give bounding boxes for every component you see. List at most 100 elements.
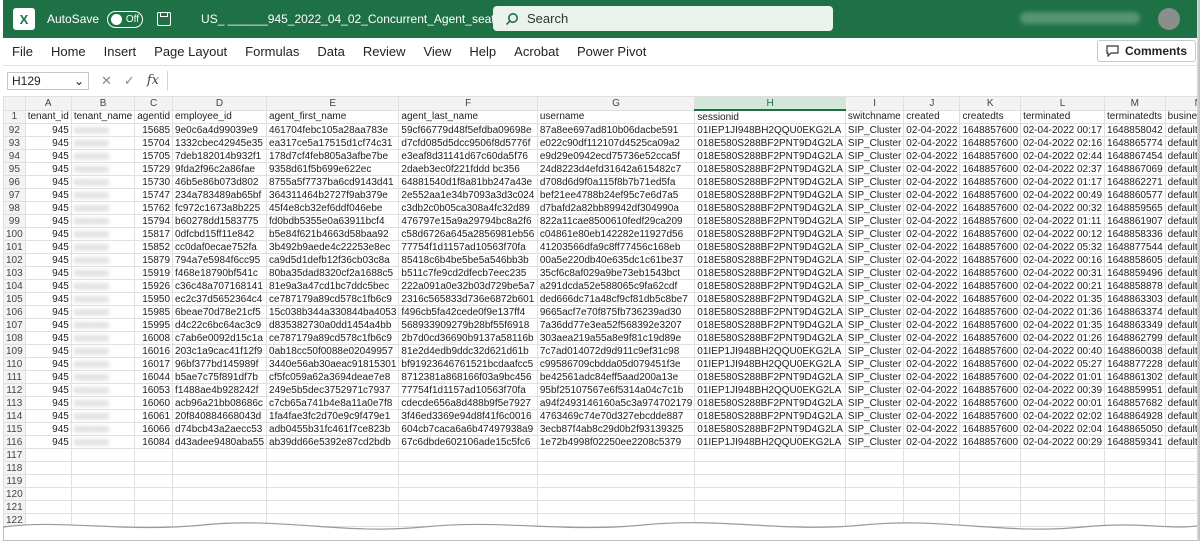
cell[interactable] [398, 500, 538, 514]
cell[interactable]: b5e84f621b4663d58baa92 [266, 227, 400, 241]
cell[interactable] [1164, 487, 1200, 501]
menu-item-page-layout[interactable]: Page Layout [145, 44, 236, 59]
cell[interactable]: 1648858042 [1104, 123, 1166, 137]
cell[interactable]: 1648863374 [1104, 305, 1166, 319]
cell[interactable]: 945 [24, 435, 72, 449]
cell[interactable]: xxxxxxx [70, 240, 136, 254]
cell[interactable]: 018E580S288BF2PNT9D4G2LA [694, 370, 846, 384]
autosave-toggle[interactable]: Off [107, 10, 144, 28]
cell[interactable]: 2b7d0cd36690b9137a58116b [398, 331, 538, 345]
cell[interactable] [266, 461, 400, 475]
cell[interactable]: 02-04-2022 02:44 [1020, 149, 1106, 163]
cell[interactable]: 945 [24, 331, 72, 345]
cell[interactable]: 1648877228 [1104, 357, 1166, 371]
cell[interactable]: 02-04-2022 00:12 [1020, 227, 1106, 241]
cell[interactable]: 01IEP1JI948BH2QQU0EKG2LA [694, 383, 846, 397]
cell[interactable]: 15729 [134, 162, 174, 176]
cell[interactable]: 018E580S288BF2PNT9D4G2LA [694, 318, 846, 332]
cell[interactable]: 461704febc105a28aa783e [266, 123, 400, 137]
cell[interactable]: 1648858878 [1104, 279, 1166, 293]
cell[interactable]: 1648857600 [959, 149, 1022, 163]
cell[interactable]: 02-04-2022 05:27 [1020, 357, 1106, 371]
cell[interactable]: cc0daf0ecae752fa [172, 240, 268, 254]
cell[interactable]: 02-04-2022 [903, 227, 961, 241]
cell[interactable]: SIP_Cluster [844, 136, 905, 150]
cell[interactable]: 20f840884668043d [172, 409, 268, 423]
row-header[interactable]: 101 [3, 240, 26, 254]
cell[interactable]: 1648877544 [1104, 240, 1166, 254]
cell[interactable]: default [1164, 422, 1200, 436]
cell[interactable]: agent_last_name [398, 109, 538, 124]
cell[interactable]: terminated [1020, 109, 1106, 124]
cell[interactable]: 02-04-2022 00:40 [1020, 344, 1106, 358]
cell[interactable]: 02-04-2022 01:17 [1020, 175, 1106, 189]
cell[interactable]: xxxxxxx [70, 318, 136, 332]
cell[interactable] [172, 474, 268, 488]
column-header-h[interactable]: H [694, 96, 846, 111]
cell[interactable]: 02-04-2022 [903, 123, 961, 137]
cell[interactable]: 568933909279b28bf55f6918 [398, 318, 538, 332]
cell[interactable] [694, 448, 846, 462]
cell[interactable] [1104, 461, 1166, 475]
cell[interactable]: 01IEP1JI948BH2QQU0EKG2LA [694, 344, 846, 358]
cell[interactable]: 85418c6b4be5be5a546bb3b [398, 253, 538, 267]
cell[interactable]: SIP_Cluster [844, 279, 905, 293]
cell[interactable]: 945 [24, 396, 72, 410]
column-header-a[interactable]: A [24, 96, 72, 111]
cell[interactable] [134, 487, 174, 501]
cell[interactable]: 02-04-2022 00:39 [1020, 383, 1106, 397]
cell[interactable]: 945 [24, 201, 72, 215]
cell[interactable]: d835382730a0dd1454a4bb [266, 318, 400, 332]
cell[interactable] [266, 474, 400, 488]
cell[interactable]: 02-04-2022 [903, 253, 961, 267]
cell[interactable]: 15730 [134, 175, 174, 189]
cell[interactable]: ab39dd66e5392e87cd2bdb [266, 435, 400, 449]
cell[interactable]: 16061 [134, 409, 174, 423]
cell[interactable]: 1332cbec42945e35 [172, 136, 268, 150]
search-box[interactable]: Search [493, 6, 833, 31]
row-header[interactable]: 104 [3, 279, 26, 293]
cell[interactable]: 02-04-2022 [903, 331, 961, 345]
insert-function-icon[interactable]: fx [147, 73, 159, 89]
column-header-m[interactable]: M [1104, 96, 1166, 111]
row-header[interactable]: 121 [3, 500, 26, 514]
menu-item-view[interactable]: View [414, 44, 460, 59]
cell[interactable] [1020, 448, 1106, 462]
cell[interactable]: 1648865774 [1104, 136, 1166, 150]
cell[interactable]: 9665acf7e70f875fb736239ad30 [536, 305, 696, 319]
cell[interactable]: 945 [24, 370, 72, 384]
row-header[interactable]: 1 [3, 109, 26, 124]
cell[interactable]: default [1164, 331, 1200, 345]
cell[interactable]: default [1164, 266, 1200, 280]
cell[interactable] [1104, 474, 1166, 488]
cell[interactable]: 945 [24, 149, 72, 163]
cell[interactable]: 1648862799 [1104, 331, 1166, 345]
cell[interactable]: 1648857600 [959, 292, 1022, 306]
cell[interactable]: 018E580S288BF2PNT9D4G2LA [694, 305, 846, 319]
cell[interactable]: 945 [24, 227, 72, 241]
column-header-k[interactable]: K [959, 96, 1022, 111]
cell[interactable]: xxxxxxx [70, 227, 136, 241]
cell[interactable]: 15685 [134, 123, 174, 137]
cell[interactable]: 80ba35dad8320cf2a1688c5 [266, 266, 400, 280]
cell[interactable] [266, 448, 400, 462]
row-header[interactable]: 100 [3, 227, 26, 241]
cell[interactable]: agent_first_name [266, 109, 400, 124]
cell[interactable] [694, 474, 846, 488]
cell[interactable] [134, 461, 174, 475]
cell[interactable]: c58d6726a645a2856981eb56 [398, 227, 538, 241]
cell[interactable]: e3eaf8d31141d67c60da5f76 [398, 149, 538, 163]
column-header-i[interactable]: I [844, 96, 905, 111]
row-header[interactable]: 110 [3, 357, 26, 371]
cell[interactable]: 3440e56ab30aeac91815301 [266, 357, 400, 371]
cell[interactable] [903, 448, 961, 462]
cell[interactable]: SIP_Cluster [844, 344, 905, 358]
cell[interactable]: xxxxxxx [70, 214, 136, 228]
cell[interactable]: 02-04-2022 [903, 383, 961, 397]
cell[interactable]: f468e18790bf541c [172, 266, 268, 280]
row-header[interactable]: 105 [3, 292, 26, 306]
cell[interactable] [1104, 500, 1166, 514]
cell[interactable]: 1648857600 [959, 409, 1022, 423]
cell[interactable]: 02-04-2022 [903, 370, 961, 384]
cell[interactable]: default [1164, 409, 1200, 423]
